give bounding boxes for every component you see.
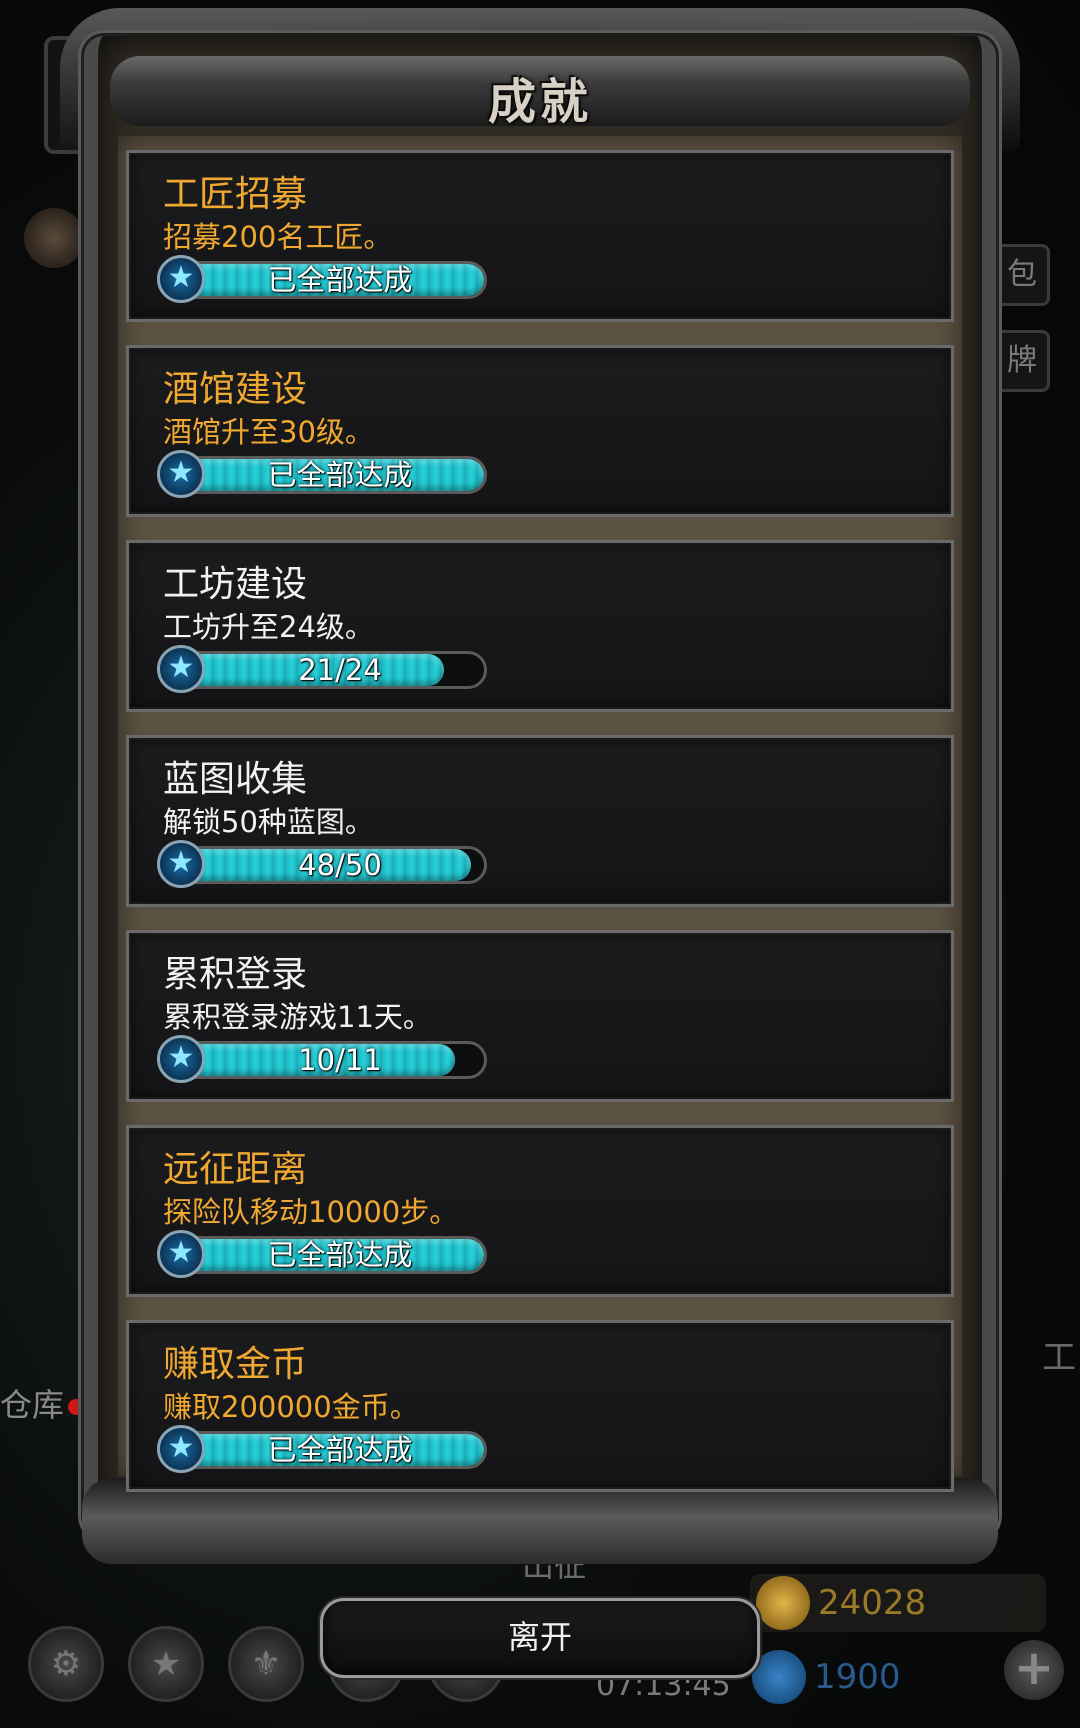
progress-text: 已全部达成: [267, 458, 413, 492]
progress-bar: 48/50: [163, 846, 487, 884]
progress-text: 已全部达成: [267, 1433, 413, 1467]
progress-text: 已全部达成: [267, 1238, 413, 1272]
progress-bar: 已全部达成: [163, 1431, 487, 1469]
achievement-description: 解锁50种蓝图。: [163, 805, 374, 839]
progress-text: 21/24: [298, 653, 382, 687]
settings-gear-icon: ⚙: [28, 1626, 104, 1702]
warehouse-text: 仓库: [0, 1386, 65, 1424]
gem-counter: 1900: [746, 1648, 996, 1706]
progress-text: 已全部达成: [267, 263, 413, 297]
achievement-description: 工坊升至24级。: [163, 610, 374, 644]
achievement-title: 远征距离: [163, 1149, 308, 1190]
add-currency-icon: +: [1004, 1640, 1064, 1700]
warehouse-label: 仓库: [0, 1380, 85, 1426]
achievement-card: 工坊建设 工坊升至24级。 ★ 21/24: [126, 540, 954, 712]
star-icon: ★: [157, 450, 205, 498]
gold-counter: 24028: [750, 1574, 1046, 1632]
star-icon: ★: [157, 1425, 205, 1473]
character-menu-icon: ⚜: [228, 1626, 304, 1702]
achievement-description: 探险队移动10000步。: [163, 1195, 459, 1229]
workshop-label: 工: [1042, 1338, 1076, 1378]
star-icon: ★: [157, 645, 205, 693]
gold-amount: 24028: [818, 1583, 927, 1623]
modal-title: 成就: [487, 74, 592, 130]
notification-dot-icon: [68, 1399, 85, 1415]
progress-bar: 21/24: [163, 651, 487, 689]
achievement-card: 累积登录 累积登录游戏11天。 ★ 10/11: [126, 930, 954, 1102]
achievement-description: 累积登录游戏11天。: [163, 1000, 432, 1034]
achievement-card: 工匠招募 招募200名工匠。 ★ 已全部达成: [126, 150, 954, 322]
scroll-icon: [24, 208, 84, 268]
achievement-card: 远征距离 探险队移动10000步。 ★ 已全部达成: [126, 1125, 954, 1297]
star-menu-icon: ★: [128, 1626, 204, 1702]
progress-bar: 已全部达成: [163, 456, 487, 494]
leave-button[interactable]: 离开: [320, 1598, 760, 1678]
star-icon: ★: [157, 1035, 205, 1083]
gold-coin-icon: [756, 1576, 810, 1630]
achievement-title: 酒馆建设: [163, 369, 308, 410]
star-icon: ★: [157, 255, 205, 303]
progress-bar: 已全部达成: [163, 261, 487, 299]
achievement-title: 蓝图收集: [163, 759, 308, 800]
achievement-description: 酒馆升至30级。: [163, 415, 374, 449]
achievement-card: 蓝图收集 解锁50种蓝图。 ★ 48/50: [126, 735, 954, 907]
achievement-description: 招募200名工匠。: [163, 220, 393, 254]
gem-amount: 1900: [814, 1657, 901, 1697]
progress-text: 10/11: [298, 1043, 382, 1077]
progress-text: 48/50: [298, 848, 382, 882]
progress-bar: 已全部达成: [163, 1236, 487, 1274]
achievement-title: 累积登录: [163, 954, 308, 995]
achievement-description: 赚取200000金币。: [163, 1390, 419, 1424]
gem-icon: [752, 1650, 806, 1704]
achievement-title: 工匠招募: [163, 174, 308, 215]
star-icon: ★: [157, 840, 205, 888]
star-icon: ★: [157, 1230, 205, 1278]
progress-bar: 10/11: [163, 1041, 487, 1079]
achievement-title: 赚取金币: [163, 1344, 308, 1385]
achievement-card: 赚取金币 赚取200000金币。 ★ 已全部达成: [126, 1320, 954, 1492]
achievement-card: 酒馆建设 酒馆升至30级。 ★ 已全部达成: [126, 345, 954, 517]
achievement-title: 工坊建设: [163, 564, 308, 605]
